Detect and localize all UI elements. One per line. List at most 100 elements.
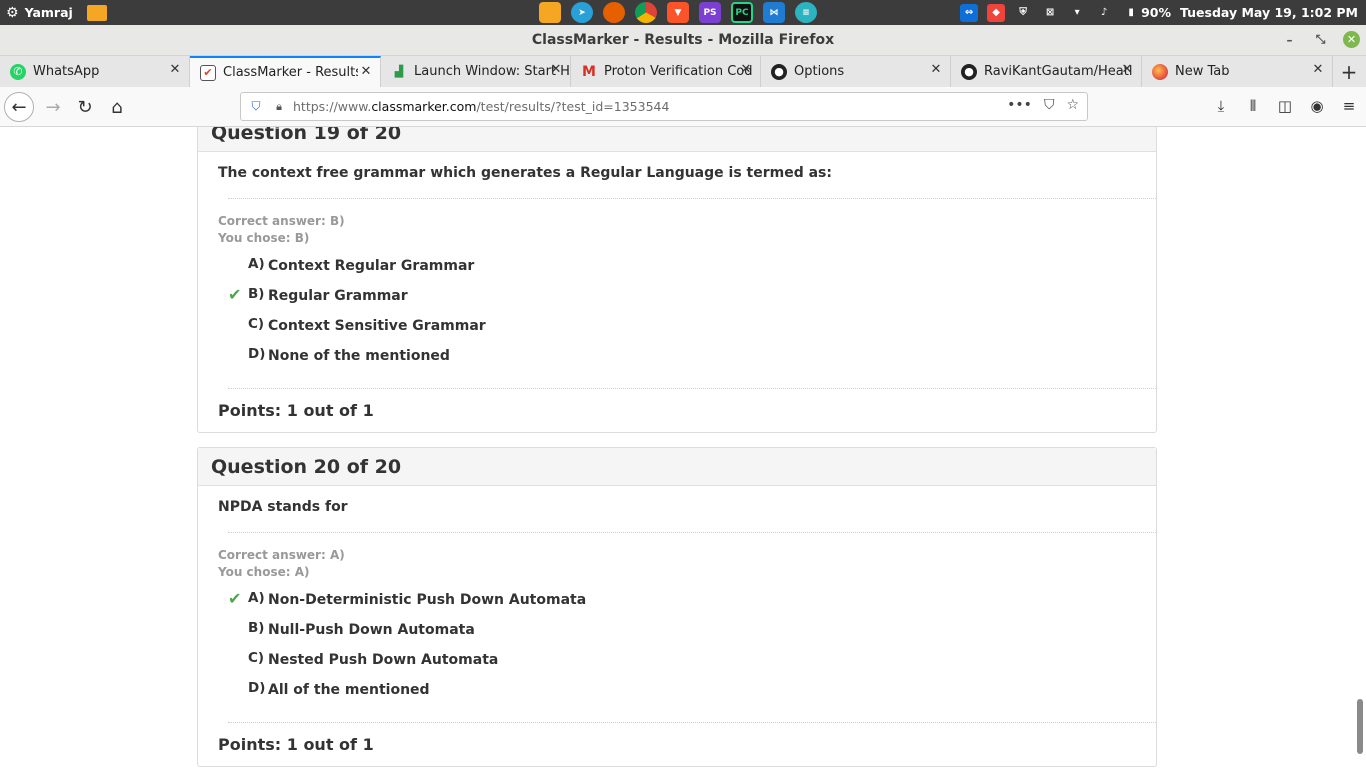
option-letter: B) xyxy=(248,620,265,636)
brave-app-icon[interactable]: ▼ xyxy=(667,2,689,23)
option-item: C) Nested Push Down Automata xyxy=(228,650,1156,680)
window-title: ClassMarker - Results - Mozilla Firefox xyxy=(531,32,835,48)
battery-percent: 90% xyxy=(1141,5,1171,20)
github-icon: ● xyxy=(771,63,787,80)
back-button[interactable]: ← xyxy=(4,92,34,122)
tab-close-icon[interactable]: ✕ xyxy=(358,64,374,80)
option-text: Nested Push Down Automata xyxy=(268,652,499,668)
new-tab-button[interactable]: + xyxy=(1333,56,1365,87)
telegram-app-icon[interactable]: ➤ xyxy=(571,2,593,23)
github-icon: ● xyxy=(961,63,977,80)
tab-label: New Tab xyxy=(1175,64,1230,79)
option-text: Regular Grammar xyxy=(268,288,408,304)
battery-icon[interactable]: ▮ xyxy=(1122,4,1140,22)
os-user-name: Yamraj xyxy=(24,5,73,20)
account-icon[interactable]: ◉ xyxy=(1308,94,1326,118)
option-item: C) Context Sensitive Grammar xyxy=(228,316,1156,346)
clock[interactable]: Tuesday May 19, 1:02 PM xyxy=(1180,5,1358,20)
tab-close-icon[interactable]: ✕ xyxy=(928,62,944,78)
vpn-shield-icon[interactable]: ⛨ xyxy=(1014,4,1032,22)
home-icon: ⌂ xyxy=(111,96,123,118)
option-text: All of the mentioned xyxy=(268,682,430,698)
option-item: D) All of the mentioned xyxy=(228,680,1156,710)
tab-launch-window[interactable]: ▟ Launch Window: Start H ✕ xyxy=(381,56,571,87)
classmarker-icon: ✔ xyxy=(200,64,216,81)
restore-icon[interactable]: ⤡ xyxy=(1312,31,1329,48)
chrome-app-icon[interactable] xyxy=(635,2,657,23)
tab-classmarker[interactable]: ✔ ClassMarker - Results ✕ xyxy=(190,56,381,87)
correct-answer: Correct answer: B) xyxy=(218,214,345,228)
forward-button[interactable]: → xyxy=(38,92,68,122)
option-letter: A) xyxy=(248,590,265,606)
tab-proton[interactable]: M Proton Verification Cod ✕ xyxy=(571,56,761,87)
you-chose: You chose: A) xyxy=(218,565,310,579)
os-user-menu[interactable]: ⚙ Yamraj xyxy=(0,4,120,21)
sidebar-icon[interactable]: ◫ xyxy=(1276,94,1294,118)
option-text: Context Sensitive Grammar xyxy=(268,318,486,334)
firefox-app-icon[interactable] xyxy=(603,2,625,23)
correct-answer: Correct answer: A) xyxy=(218,548,345,562)
checkmark-icon: ✔ xyxy=(228,285,242,304)
answer-meta: Correct answer: A) You chose: A) xyxy=(198,533,1156,581)
page-scrollbar[interactable] xyxy=(1354,127,1366,768)
download-icon[interactable]: ⤓ xyxy=(1212,94,1230,118)
notes-app-icon[interactable]: ≡ xyxy=(795,2,817,23)
tab-close-icon[interactable]: ✕ xyxy=(1119,62,1135,78)
tab-close-icon[interactable]: ✕ xyxy=(738,62,754,78)
tab-whatsapp[interactable]: ✆ WhatsApp ✕ xyxy=(0,56,190,87)
option-item: A) Context Regular Grammar xyxy=(228,256,1156,286)
library-icon[interactable]: ⫴ xyxy=(1244,94,1262,118)
tab-ravikant[interactable]: ● RaviKantGautam/Heatl ✕ xyxy=(951,56,1142,87)
os-dock: ➤ ▼ PS PC ⋈ ≡ xyxy=(539,2,817,23)
tracking-shield-icon[interactable]: ⛉ xyxy=(248,99,264,114)
option-letter: C) xyxy=(248,650,265,666)
tab-strip: ✆ WhatsApp ✕ ✔ ClassMarker - Results ✕ ▟… xyxy=(0,56,1366,87)
page-content: Question 19 of 20 The context free gramm… xyxy=(0,127,1366,768)
option-letter: A) xyxy=(248,256,265,272)
options-list: ✔ A) Non-Deterministic Push Down Automat… xyxy=(198,581,1156,722)
tab-close-icon[interactable]: ✕ xyxy=(1310,62,1326,78)
option-text: Context Regular Grammar xyxy=(268,258,475,274)
minimize-icon[interactable]: – xyxy=(1281,31,1298,48)
files-app-icon[interactable] xyxy=(539,2,561,23)
arrow-right-icon: → xyxy=(45,96,61,118)
teamviewer-icon[interactable]: ⇔ xyxy=(960,3,979,22)
tab-label: WhatsApp xyxy=(33,64,100,79)
firefox-icon xyxy=(1152,63,1168,80)
phpstorm-app-icon[interactable]: PS xyxy=(699,2,721,23)
answer-meta: Correct answer: B) You chose: B) xyxy=(198,199,1156,247)
close-window-icon[interactable]: ✕ xyxy=(1343,31,1360,48)
home-button[interactable]: ⌂ xyxy=(102,92,132,122)
hamburger-menu-icon[interactable]: ≡ xyxy=(1340,94,1358,118)
gear-icon: ⚙ xyxy=(6,4,19,21)
folder-icon[interactable] xyxy=(86,4,107,21)
lock-icon[interactable]: 🔒︎ xyxy=(271,100,287,114)
screenshot-icon[interactable]: ⊠ xyxy=(1041,4,1059,22)
reload-button[interactable]: ↻ xyxy=(70,92,100,122)
option-item: ✔ A) Non-Deterministic Push Down Automat… xyxy=(228,590,1156,620)
tab-label: ClassMarker - Results xyxy=(223,65,363,80)
points-score: Points: 1 out of 1 xyxy=(218,735,374,754)
tab-new-tab[interactable]: New Tab ✕ xyxy=(1142,56,1333,87)
os-system-tray: ⇔ ◆ ⛨ ⊠ ▾ ♪ ▮ 90% Tuesday May 19, 1:02 P… xyxy=(960,0,1358,25)
pocket-icon[interactable]: ⛉ xyxy=(1044,97,1055,113)
option-letter: D) xyxy=(248,346,266,362)
volume-icon[interactable]: ♪ xyxy=(1095,4,1113,22)
chart-icon: ▟ xyxy=(394,65,404,78)
option-item: ✔ B) Regular Grammar xyxy=(228,286,1156,316)
page-actions-icon[interactable]: ••• xyxy=(1007,97,1032,113)
reload-icon: ↻ xyxy=(77,96,93,118)
tab-options[interactable]: ● Options ✕ xyxy=(761,56,951,87)
scrollbar-thumb[interactable] xyxy=(1357,699,1363,754)
tab-close-icon[interactable]: ✕ xyxy=(167,62,183,78)
url-bar[interactable]: ⛉ 🔒︎ https://www. classmarker.com/test/re… xyxy=(240,92,1088,121)
url-path: /test/results/?test_id=1353544 xyxy=(476,99,670,114)
options-list: A) Context Regular Grammar ✔ B) Regular … xyxy=(198,247,1156,388)
tab-close-icon[interactable]: ✕ xyxy=(548,62,564,78)
wifi-icon[interactable]: ▾ xyxy=(1068,4,1086,22)
bookmark-star-icon[interactable]: ☆ xyxy=(1066,97,1079,113)
anydesk-icon[interactable]: ◆ xyxy=(987,3,1006,22)
vscode-app-icon[interactable]: ⋈ xyxy=(763,2,785,23)
option-letter: C) xyxy=(248,316,265,332)
pycharm-app-icon[interactable]: PC xyxy=(731,2,753,23)
